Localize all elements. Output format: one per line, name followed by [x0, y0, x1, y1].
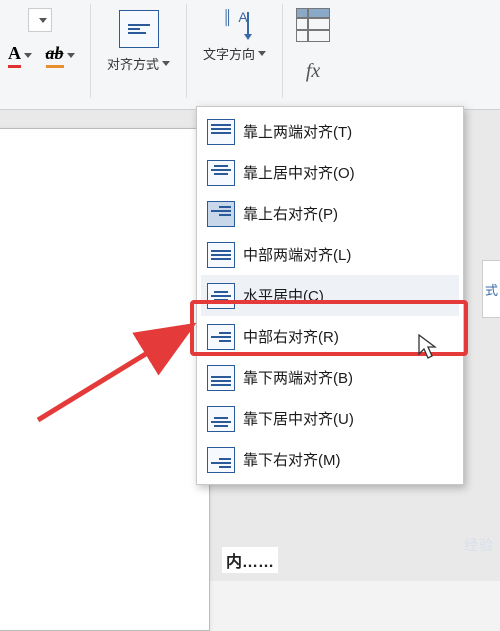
- chevron-down-icon: [162, 61, 170, 66]
- ribbon: A ab 对齐方式 ║A 文字方向: [0, 0, 500, 110]
- menu-item-label: 靠下右对齐(M): [243, 449, 341, 470]
- font-color-icon: A: [8, 43, 21, 68]
- menu-item-label: 靠上右对齐(P): [243, 203, 338, 224]
- alignment-label: 对齐方式: [107, 54, 159, 73]
- chevron-down-icon: [67, 53, 75, 58]
- menu-item-label: 水平居中(C): [243, 285, 324, 306]
- highlight-color-button[interactable]: ab: [42, 42, 78, 68]
- align-icon: [207, 160, 235, 186]
- page-canvas: [0, 128, 210, 631]
- chevron-down-icon: [258, 51, 266, 56]
- alignment-icon: [119, 10, 159, 48]
- insert-group: fx: [283, 0, 333, 90]
- text-direction-label: 文字方向: [203, 44, 255, 63]
- menu-item-align-0[interactable]: 靠上两端对齐(T): [201, 111, 459, 152]
- menu-item-label: 中部右对齐(R): [243, 326, 339, 347]
- chevron-down-icon: [24, 53, 32, 58]
- table-icon: [296, 8, 330, 42]
- fx-icon: fx: [306, 60, 320, 83]
- font-color-group: A ab: [0, 0, 90, 74]
- text-direction-button[interactable]: ║A 文字方向: [197, 6, 272, 67]
- menu-item-label: 靠下居中对齐(U): [243, 408, 354, 429]
- menu-item-align-3[interactable]: 中部两端对齐(L): [201, 234, 459, 275]
- text-direction-icon: ║A: [221, 10, 249, 44]
- insert-table-button[interactable]: [295, 8, 331, 42]
- menu-item-label: 靠上居中对齐(O): [243, 162, 355, 183]
- menu-item-align-5[interactable]: 中部右对齐(R): [201, 316, 459, 357]
- alignment-dropdown: 靠上两端对齐(T) 靠上居中对齐(O) 靠上右对齐(P) 中部两端对齐(L) 水平居中(…: [196, 106, 464, 485]
- menu-item-align-1[interactable]: 靠上居中对齐(O): [201, 152, 459, 193]
- align-icon: [207, 406, 235, 432]
- menu-item-align-7[interactable]: 靠下居中对齐(U): [201, 398, 459, 439]
- align-icon: [207, 201, 235, 227]
- style-dropdown-fragment[interactable]: [28, 8, 52, 32]
- align-icon: [207, 283, 235, 309]
- menu-item-align-6[interactable]: 靠下两端对齐(B): [201, 357, 459, 398]
- alignment-group: 对齐方式: [91, 0, 186, 81]
- align-icon: [207, 365, 235, 391]
- font-color-button[interactable]: A: [2, 42, 38, 68]
- align-icon: [207, 242, 235, 268]
- watermark: 经验: [464, 535, 494, 555]
- side-panel-fragment[interactable]: 式: [482, 260, 500, 318]
- alignment-button[interactable]: 对齐方式: [101, 6, 176, 77]
- obscured-text: 内……: [222, 547, 278, 573]
- menu-item-align-4[interactable]: 水平居中(C): [201, 275, 459, 316]
- fx-formula-button[interactable]: fx: [295, 58, 331, 84]
- menu-item-align-8[interactable]: 靠下右对齐(M): [201, 439, 459, 480]
- menu-item-label: 中部两端对齐(L): [243, 244, 351, 265]
- align-icon: [207, 447, 235, 473]
- align-icon: [207, 119, 235, 145]
- menu-item-label: 靠上两端对齐(T): [243, 121, 352, 142]
- text-direction-group: ║A 文字方向: [187, 0, 282, 71]
- align-icon: [207, 324, 235, 350]
- menu-item-label: 靠下两端对齐(B): [243, 367, 353, 388]
- highlight-icon: ab: [46, 43, 64, 68]
- menu-item-align-2[interactable]: 靠上右对齐(P): [201, 193, 459, 234]
